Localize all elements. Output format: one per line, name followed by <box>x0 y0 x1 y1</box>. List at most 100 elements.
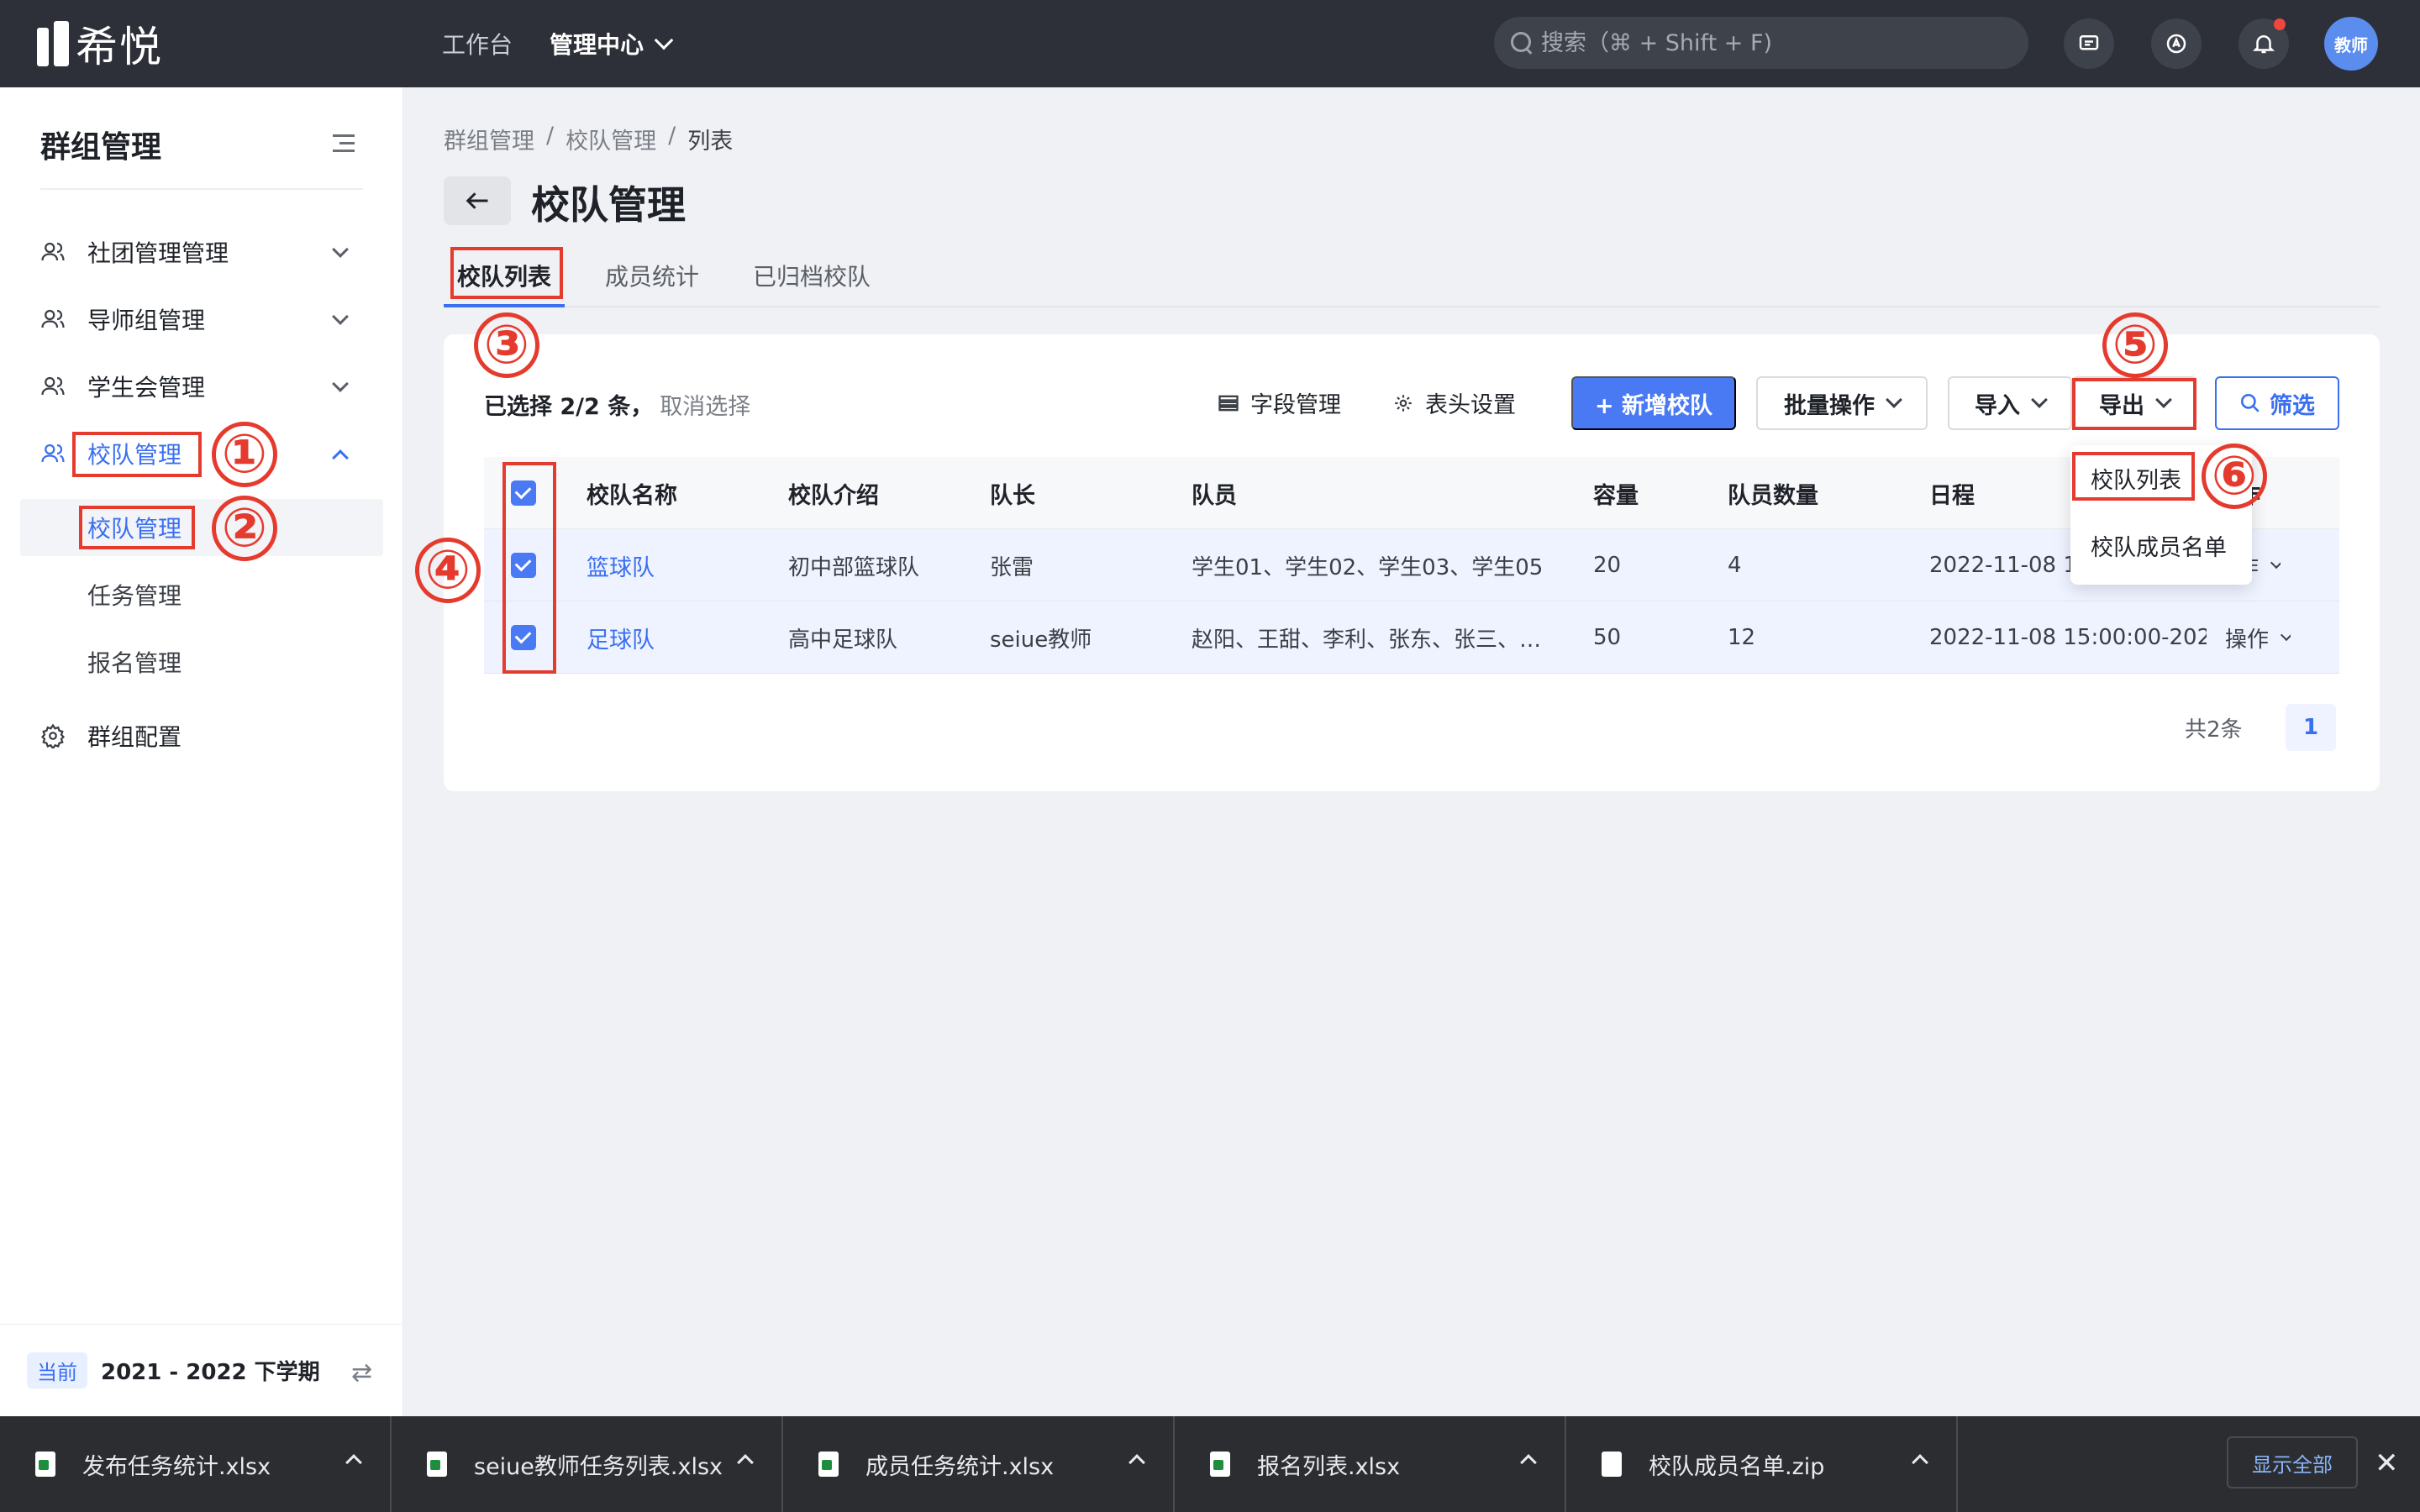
search-input[interactable] <box>1541 29 2012 56</box>
selection-info: 已选择 2/2 条， 取消选择 <box>484 388 750 421</box>
sidebar-item-mentors[interactable]: 导师组管理 <box>20 292 383 346</box>
chevron-up-icon <box>332 449 349 466</box>
filter-button[interactable]: 筛选 <box>2215 376 2339 430</box>
download-filename: seiue教师任务列表.xlsx <box>474 1453 723 1480</box>
breadcrumb-team[interactable]: 校队管理 <box>566 123 656 155</box>
team-name-link[interactable]: 篮球队 <box>587 529 655 601</box>
download-item[interactable]: 校队成员名单.zip <box>1566 1416 1958 1512</box>
sidebar-item-clubs[interactable]: 社团管理管理 <box>20 225 383 279</box>
tab-team-list[interactable]: 校队列表 <box>457 244 551 307</box>
row-checkbox[interactable] <box>511 625 536 650</box>
chevron-down-icon <box>2155 391 2172 408</box>
team-members: 赵阳、王甜、李利、张东、张三、… <box>1192 627 1542 653</box>
avatar[interactable]: 教师 <box>2324 17 2378 71</box>
sidebar-subitem-tasks[interactable]: 任务管理 <box>20 566 383 623</box>
annotation-number-1: ① <box>212 422 277 487</box>
spreadsheet-file-icon <box>427 1452 447 1477</box>
bell-icon[interactable] <box>2238 18 2289 69</box>
col-member-count[interactable]: 队员数量 <box>1728 457 1818 529</box>
sidebar-item-school-teams[interactable]: 校队管理 <box>20 427 383 480</box>
col-capacity[interactable]: 容量 <box>1593 457 1639 529</box>
app-logo[interactable]: 希悦 <box>37 18 163 71</box>
download-item[interactable]: 报名列表.xlsx <box>1175 1416 1566 1512</box>
table-row: 篮球队 初中部篮球队 张雷 学生01、学生02、学生03、学生05 20 4 2… <box>484 529 2339 601</box>
logo-mark-icon <box>37 21 69 66</box>
sidebar-subitem-label: 报名管理 <box>87 649 182 677</box>
sidebar-subitem-team-management[interactable]: 校队管理 <box>20 499 383 556</box>
sidebar: 群组管理 社团管理管理 导师组管理 学生会管理 校队管理 校队管理 任务管理 报… <box>0 87 403 1416</box>
chevron-down-icon <box>332 241 349 258</box>
chevron-up-icon[interactable] <box>737 1454 754 1471</box>
sidebar-subitem-signups[interactable]: 报名管理 <box>20 633 383 690</box>
header-settings-button[interactable]: 表头设置 <box>1392 386 1516 419</box>
row-checkbox[interactable] <box>511 553 536 578</box>
add-team-button[interactable]: + 新增校队 <box>1571 376 1736 430</box>
table-icon <box>1217 391 1240 415</box>
nav-workbench[interactable]: 工作台 <box>442 25 513 62</box>
col-captain[interactable]: 队长 <box>990 457 1035 529</box>
chat-icon[interactable] <box>2064 18 2114 69</box>
pagination-total: 共2条 <box>2185 717 2243 743</box>
close-icon[interactable]: ✕ <box>2375 1446 2399 1480</box>
sidebar-item-student-union[interactable]: 学生会管理 <box>20 360 383 413</box>
gear-icon <box>1392 391 1415 415</box>
table-header: 校队名称 校队介绍 队长 队员 容量 队员数量 日程 操作 <box>484 457 2339 529</box>
sidebar-title: 群组管理 <box>40 130 162 165</box>
export-button[interactable]: 导出 <box>2072 376 2196 430</box>
col-schedule[interactable]: 日程 <box>1929 457 1975 529</box>
breadcrumb-group[interactable]: 群组管理 <box>444 123 534 155</box>
sidebar-divider <box>40 188 363 190</box>
download-item[interactable]: 发布任务统计.xlsx <box>0 1416 392 1512</box>
import-button[interactable]: 导入 <box>1948 376 2072 430</box>
export-label: 导出 <box>2099 392 2144 419</box>
spreadsheet-file-icon <box>35 1452 55 1477</box>
pagination-page-1[interactable]: 1 <box>2286 704 2336 751</box>
chevron-up-icon[interactable] <box>345 1454 362 1471</box>
chevron-down-icon <box>654 30 674 50</box>
export-team-list-item[interactable]: 校队列表 <box>2091 462 2181 495</box>
logo-text: 希悦 <box>76 23 163 71</box>
export-member-roster-item[interactable]: 校队成员名单 <box>2091 529 2227 562</box>
chevron-down-icon <box>332 375 349 392</box>
swap-icon[interactable]: ⇄ <box>351 1358 372 1388</box>
select-all-checkbox[interactable] <box>511 480 536 506</box>
app-icon[interactable] <box>2151 18 2202 69</box>
field-manage-button[interactable]: 字段管理 <box>1217 386 1341 419</box>
top-bar: 希悦 工作台 管理中心 教师 <box>0 0 2420 87</box>
team-capacity: 20 <box>1593 553 1622 578</box>
tab-archived-teams[interactable]: 已归档校队 <box>753 244 871 307</box>
gear-icon <box>40 723 66 748</box>
col-team-intro[interactable]: 校队介绍 <box>788 457 879 529</box>
field-manage-label: 字段管理 <box>1250 392 1341 418</box>
current-term-tag: 当前 <box>27 1352 87 1389</box>
chevron-up-icon[interactable] <box>1128 1454 1145 1471</box>
download-item[interactable]: seiue教师任务列表.xlsx <box>392 1416 783 1512</box>
nav-management-center[interactable]: 管理中心 <box>550 25 674 62</box>
global-search[interactable] <box>1494 17 2028 69</box>
tab-member-stats[interactable]: 成员统计 <box>605 244 699 307</box>
sidebar-item-label: 导师组管理 <box>87 307 206 334</box>
term-switcher[interactable]: 当前 2021 - 2022 下学期 ⇄ <box>0 1324 403 1416</box>
collapse-sidebar-icon[interactable] <box>333 134 355 153</box>
team-member-count: 12 <box>1728 625 1756 650</box>
tab-label: 校队列表 <box>457 263 552 291</box>
spreadsheet-file-icon <box>1210 1452 1230 1477</box>
sidebar-item-label: 学生会管理 <box>87 374 206 402</box>
show-all-downloads-button[interactable]: 显示全部 <box>2227 1436 2358 1488</box>
page-title: 校队管理 <box>531 182 686 228</box>
chevron-up-icon[interactable] <box>1912 1454 1928 1471</box>
cancel-selection-link[interactable]: 取消选择 <box>660 394 750 420</box>
batch-actions-button[interactable]: 批量操作 <box>1756 376 1928 430</box>
col-team-name[interactable]: 校队名称 <box>587 457 677 529</box>
annotation-number-2: ② <box>212 496 277 561</box>
team-name-link[interactable]: 足球队 <box>587 601 655 674</box>
chevron-up-icon[interactable] <box>1520 1454 1537 1471</box>
chevron-down-icon <box>2031 391 2048 408</box>
col-members[interactable]: 队员 <box>1192 457 1237 529</box>
breadcrumb: 群组管理 / 校队管理 / 列表 <box>444 123 733 155</box>
top-nav: 工作台 管理中心 <box>442 25 674 62</box>
row-actions-dropdown[interactable]: 操作 <box>2225 601 2291 674</box>
sidebar-item-group-config[interactable]: 群组配置 <box>20 709 383 763</box>
back-button[interactable] <box>444 176 511 225</box>
download-item[interactable]: 成员任务统计.xlsx <box>783 1416 1175 1512</box>
